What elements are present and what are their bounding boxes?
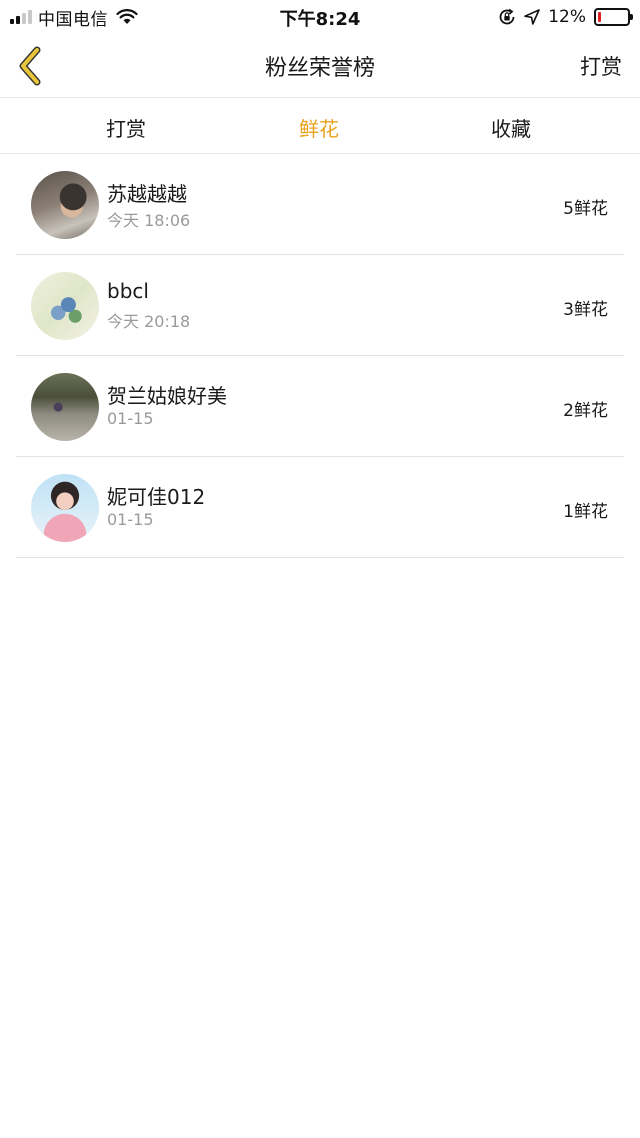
battery-percent: 12% [548, 7, 586, 27]
timestamp: 01-15 [107, 510, 154, 529]
flower-count: 2鲜花 [563, 401, 608, 421]
list-item[interactable]: 苏越越越 今天 18:06 5鲜花 [16, 154, 624, 255]
user-name: 贺兰姑娘好美 [107, 384, 227, 408]
user-name: 妮可佳012 [107, 485, 206, 509]
tab-flowers[interactable]: 鲜花 [299, 113, 339, 142]
status-bar: 中国电信 下午8:24 12% [0, 0, 640, 34]
tab-reward[interactable]: 打赏 [106, 113, 146, 142]
list-item[interactable]: 贺兰姑娘好美 01-15 2鲜花 [16, 356, 624, 457]
tab-bar: 打赏 鲜花 收藏 [0, 99, 640, 154]
avatar [31, 272, 99, 340]
nav-bar: 粉丝荣誉榜 打赏 [0, 34, 640, 98]
timestamp: 今天 20:18 [107, 312, 191, 331]
status-right: 12% [498, 6, 633, 28]
user-name: bbcl [107, 279, 149, 303]
avatar [31, 171, 99, 239]
flower-count: 3鲜花 [563, 300, 608, 320]
flower-count: 1鲜花 [563, 502, 608, 522]
flower-count: 5鲜花 [563, 199, 608, 219]
rotation-lock-icon [499, 8, 515, 25]
timestamp: 01-15 [107, 409, 154, 428]
page-title: 粉丝荣誉榜 [264, 56, 375, 81]
avatar [31, 474, 99, 542]
user-name: 苏越越越 [107, 182, 187, 206]
fan-list: 苏越越越 今天 18:06 5鲜花 bbcl 今天 20:18 3鲜花 贺兰姑娘… [16, 154, 624, 558]
battery-icon [594, 8, 633, 26]
list-item[interactable]: bbcl 今天 20:18 3鲜花 [16, 255, 624, 356]
timestamp: 今天 18:06 [107, 211, 191, 230]
battery-fill [598, 12, 601, 22]
list-item[interactable]: 妮可佳012 01-15 1鲜花 [16, 457, 624, 558]
tab-favorites[interactable]: 收藏 [491, 113, 531, 142]
reward-button[interactable]: 打赏 [580, 51, 622, 81]
avatar [31, 373, 99, 441]
location-icon [524, 9, 541, 25]
